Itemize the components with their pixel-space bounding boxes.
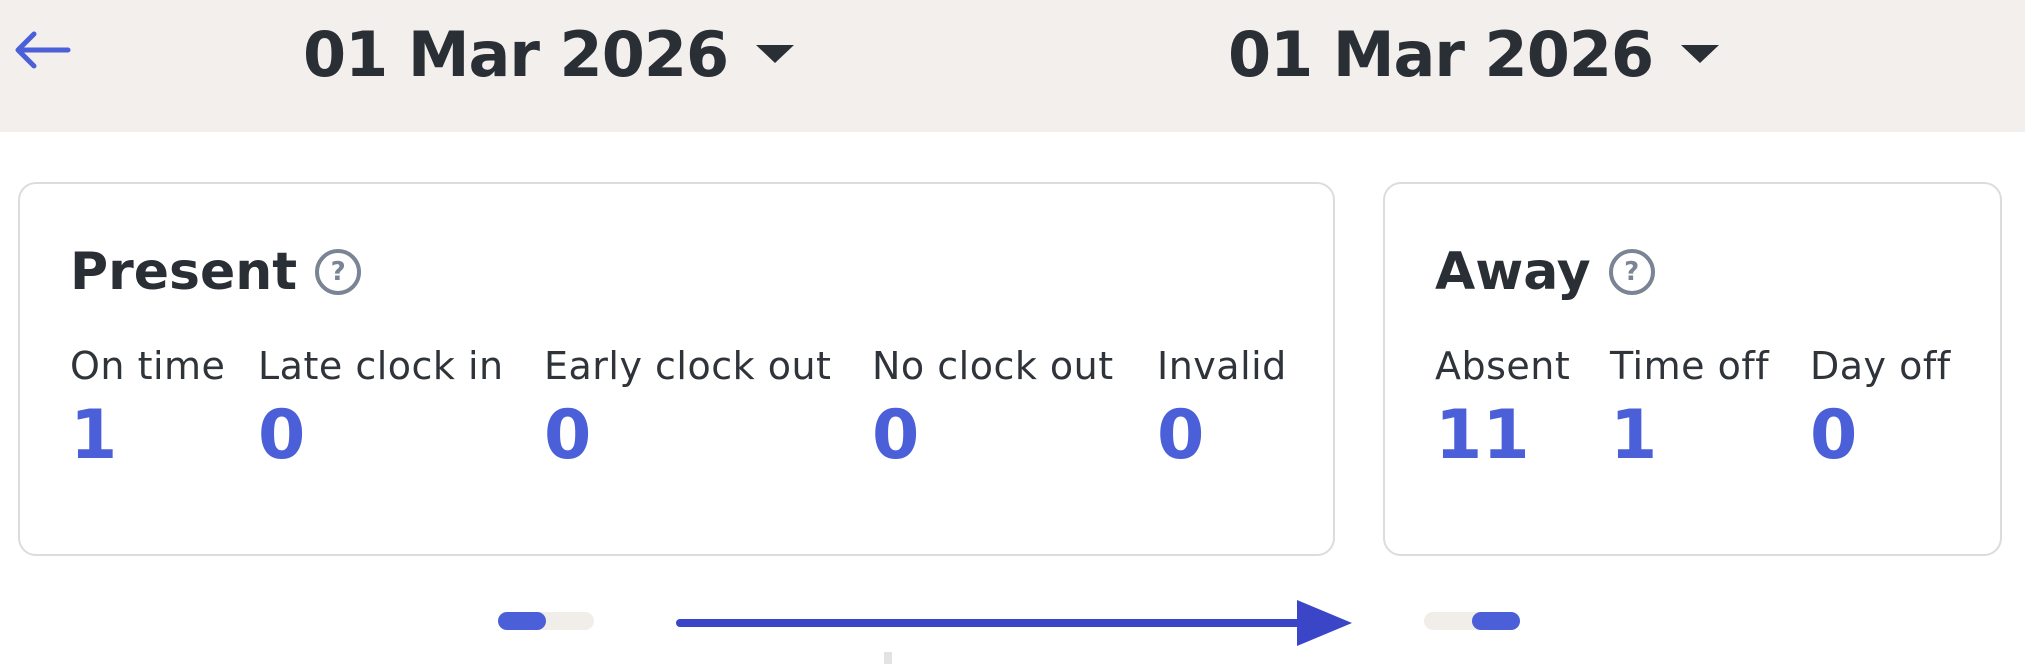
- end-date-text: 01 Mar 2026: [1228, 17, 1654, 91]
- stat-label: No clock out: [872, 344, 1114, 388]
- stat-label: Early clock out: [544, 344, 832, 388]
- stat-no-clock-out[interactable]: No clock out 0: [872, 344, 1114, 470]
- stat-day-off[interactable]: Day off 0: [1810, 344, 1951, 470]
- end-date-picker[interactable]: 01 Mar 2026: [1228, 12, 1720, 96]
- stat-value: 11: [1435, 396, 1530, 475]
- present-card: Present ? On time 1 Late clock in 0 Earl…: [18, 182, 1335, 556]
- stat-value: 0: [1810, 396, 1858, 475]
- away-card: Away ? Absent 11 Time off 1 Day off 0: [1383, 182, 2002, 556]
- away-title: Away: [1435, 242, 1591, 302]
- scroll-hint: [884, 652, 892, 664]
- stat-value: 1: [70, 396, 118, 475]
- swipe-arrow-right-icon: [676, 600, 1352, 646]
- stat-absent[interactable]: Absent 11: [1435, 344, 1570, 470]
- page-indicator-second[interactable]: [1424, 612, 1520, 630]
- stat-label: Time off: [1610, 344, 1770, 388]
- arrow-left-icon: [15, 31, 71, 69]
- start-date-text: 01 Mar 2026: [303, 17, 729, 91]
- stat-on-time[interactable]: On time 1: [70, 344, 225, 470]
- page-indicator-first[interactable]: [498, 612, 594, 630]
- caret-down-icon: [1681, 45, 1720, 63]
- stat-label: Late clock in: [258, 344, 504, 388]
- away-card-title: Away ?: [1435, 242, 1655, 302]
- stat-label: Day off: [1810, 344, 1951, 388]
- page-indicator-thumb: [1472, 612, 1520, 630]
- stat-early-clock-out[interactable]: Early clock out 0: [544, 344, 831, 470]
- stat-late-clock-in[interactable]: Late clock in 0: [258, 344, 504, 470]
- stat-value: 0: [872, 396, 920, 475]
- help-icon[interactable]: ?: [315, 249, 362, 295]
- stat-value: 1: [1610, 396, 1658, 475]
- stat-label: Invalid: [1157, 344, 1287, 388]
- help-icon[interactable]: ?: [1608, 249, 1655, 295]
- stat-value: 0: [1157, 396, 1205, 475]
- caret-down-icon: [756, 45, 795, 63]
- stat-label: Absent: [1435, 344, 1571, 388]
- page-indicator-thumb: [498, 612, 546, 630]
- present-card-title: Present ?: [70, 242, 362, 302]
- stat-value: 0: [258, 396, 306, 475]
- stat-invalid[interactable]: Invalid 0: [1157, 344, 1287, 470]
- present-title: Present: [70, 242, 298, 302]
- start-date-picker[interactable]: 01 Mar 2026: [303, 12, 795, 96]
- back-button[interactable]: [10, 20, 74, 80]
- top-bar: 01 Mar 2026 01 Mar 2026: [0, 0, 2025, 132]
- stat-time-off[interactable]: Time off 1: [1610, 344, 1769, 470]
- stat-value: 0: [544, 396, 592, 475]
- stat-label: On time: [70, 344, 226, 388]
